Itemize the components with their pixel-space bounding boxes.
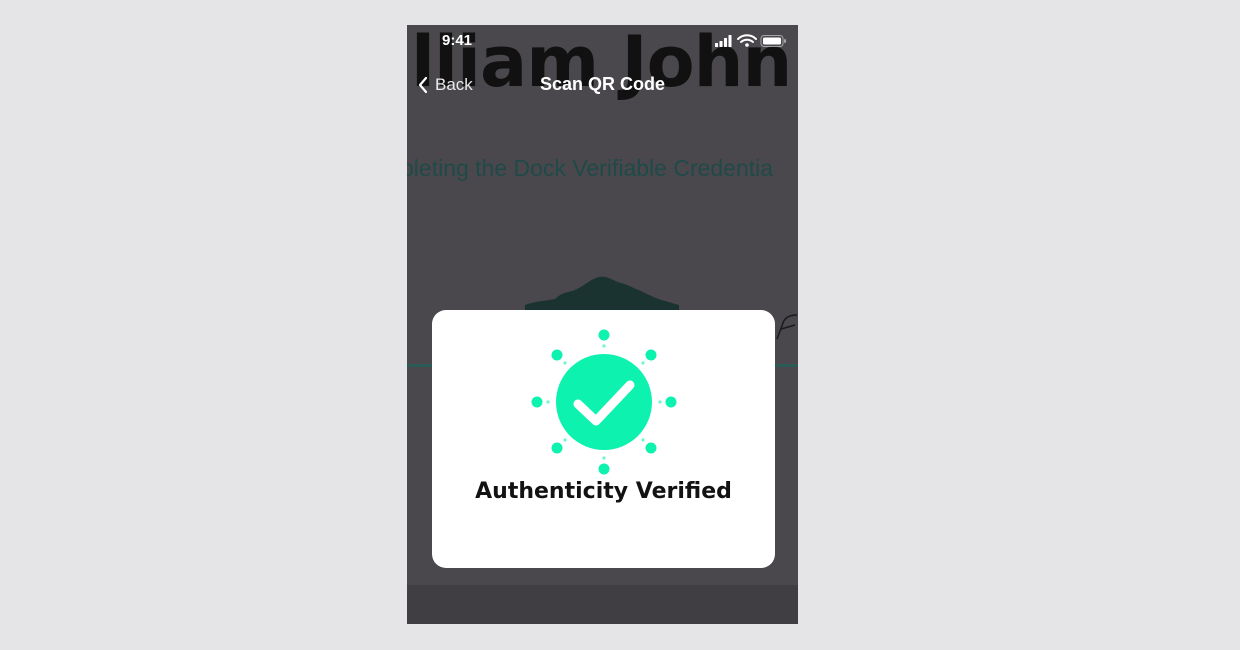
verification-modal: Authenticity Verified xyxy=(432,310,775,568)
signature-graphic xyxy=(776,314,798,340)
wifi-icon xyxy=(737,34,757,47)
credential-subtitle: pleting the Dock Verifiable Credentia xyxy=(407,155,774,181)
page-title: Scan QR Code xyxy=(539,74,666,94)
battery-icon xyxy=(760,35,786,47)
check-circle-icon xyxy=(531,329,677,475)
bottom-band xyxy=(407,585,798,624)
signal-icon xyxy=(715,35,732,47)
modal-title: Authenticity Verified xyxy=(475,479,732,504)
status-icons xyxy=(715,34,786,47)
status-time: 9:41 xyxy=(442,32,473,49)
